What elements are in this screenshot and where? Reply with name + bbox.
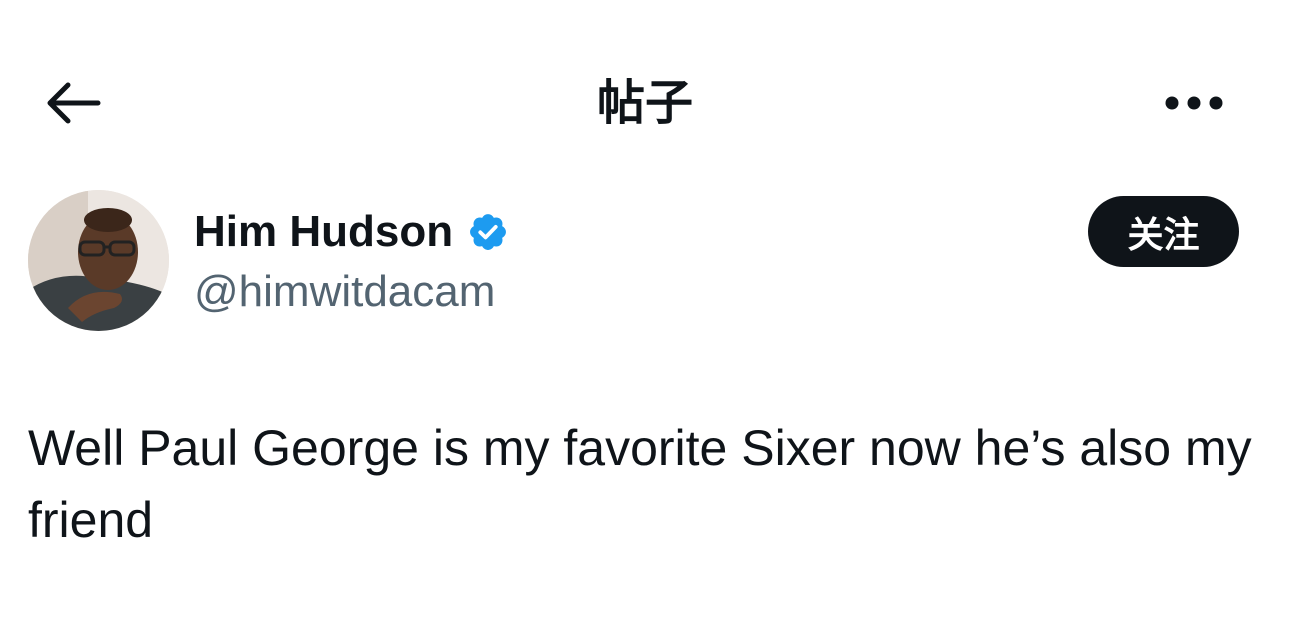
author-name-row: Him Hudson bbox=[194, 202, 509, 262]
author-display-name[interactable]: Him Hudson bbox=[194, 207, 453, 257]
top-app-bar: 帖子 bbox=[0, 0, 1290, 200]
tweet-text: Well Paul George is my favorite Sixer no… bbox=[28, 420, 1252, 548]
avatar[interactable] bbox=[28, 190, 169, 331]
verified-badge-icon bbox=[467, 211, 509, 253]
author-handle[interactable]: @himwitdacam bbox=[194, 266, 495, 318]
follow-button[interactable]: 关注 bbox=[1088, 196, 1239, 267]
more-horizontal-icon bbox=[1165, 96, 1223, 110]
page-title: 帖子 bbox=[596, 75, 693, 131]
more-options-button[interactable] bbox=[1158, 78, 1230, 128]
